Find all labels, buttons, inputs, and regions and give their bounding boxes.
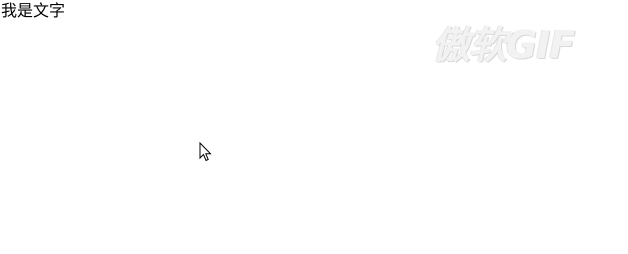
watermark-logo: 傲软GIF <box>432 23 575 67</box>
page: 我是文字 傲软GIF <box>0 0 628 254</box>
body-text: 我是文字 <box>1 1 66 20</box>
arrow-cursor-icon <box>199 142 212 162</box>
